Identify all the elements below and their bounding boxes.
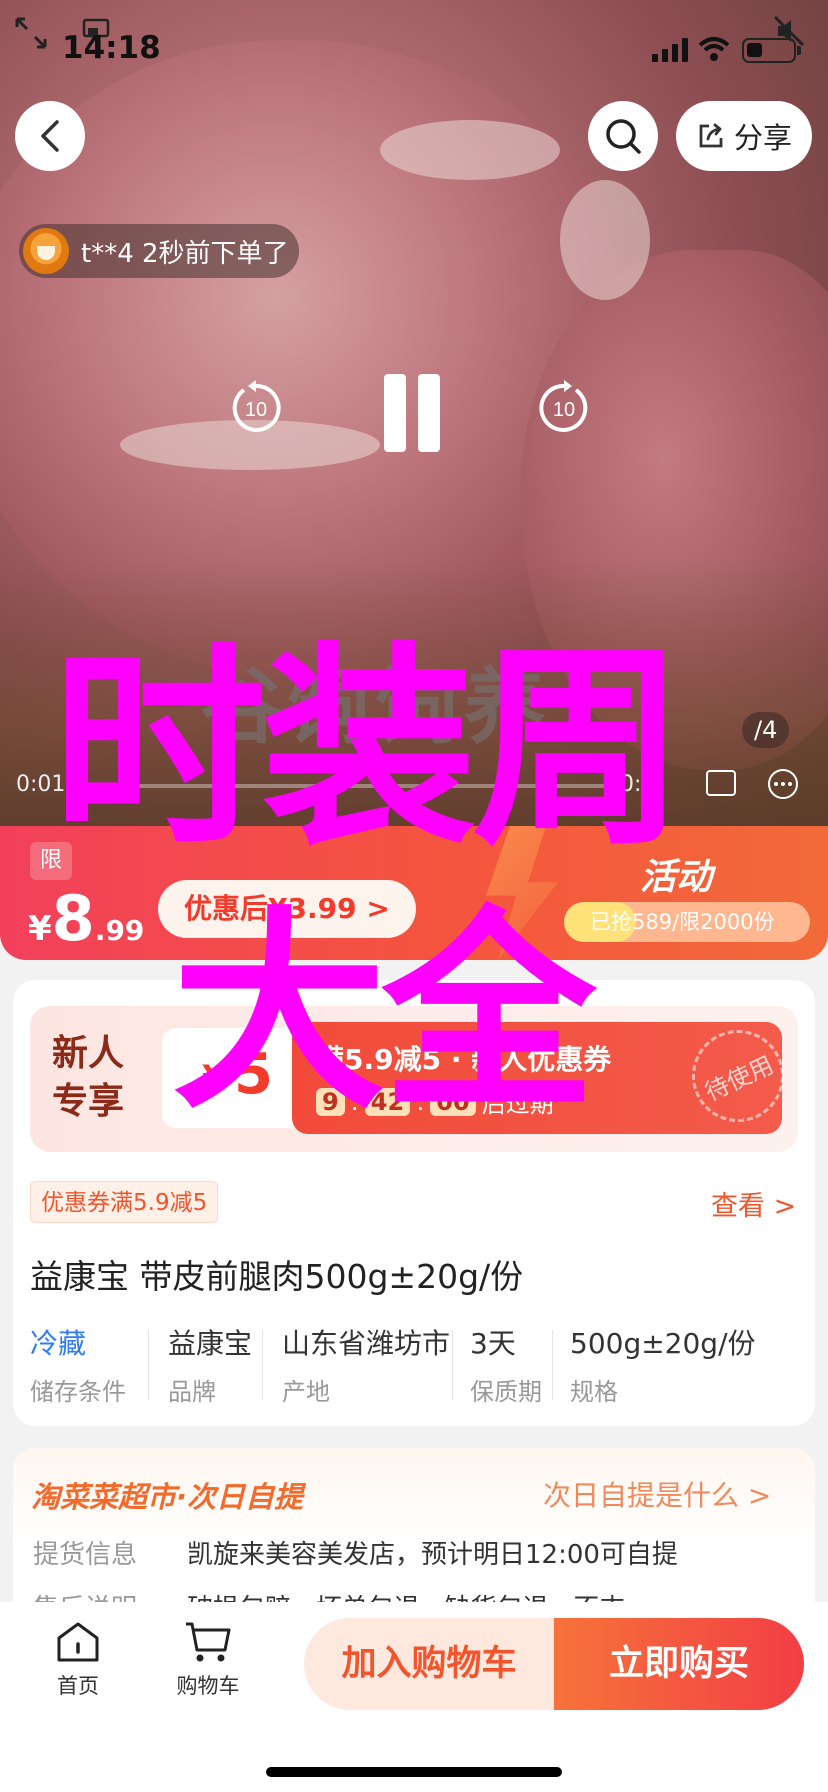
price-band: 限 ¥8.99 优惠后¥3.99 > 活动 已抢589/限2000份 (0, 826, 828, 960)
attribute-value: 3天 (470, 1327, 516, 1360)
product-attributes[interactable]: 冷藏 储存条件 益康宝 品牌 山东省潍坊市 产地 3天 保质期 500g±20g… (30, 1322, 820, 1412)
pause-button[interactable] (384, 374, 444, 452)
attribute-value: 冷藏 (30, 1327, 87, 1360)
attribute-brand: 益康宝 品牌 (168, 1322, 252, 1407)
limited-tag: 限 (30, 842, 73, 880)
buyer-avatar (23, 228, 69, 274)
rewind-seconds: 10 (245, 399, 267, 421)
sold-progress-bar: 已抢589/限2000份 (564, 902, 810, 942)
pending-use-stamp: 待使用 (676, 1014, 800, 1138)
media-pager: /4 (742, 712, 790, 748)
rewind-10-button[interactable]: 10 (228, 380, 284, 440)
coupon-countdown: 9: 42: 00 后过期 (316, 1084, 554, 1119)
newbie-coupon-banner[interactable]: 新人专享 ¥ 5 满5.9减5 · 新人优惠券 9: 42: 00 后过期 待使… (30, 1006, 800, 1152)
product-video[interactable]: 谷饲饲养 14:18 分享 t**4 2秒前下单了 10 10 /4 0:01 … (0, 0, 828, 830)
attribute-origin: 山东省潍坊市 产地 (282, 1322, 450, 1407)
attribute-key: 规格 (570, 1378, 618, 1406)
attribute-spec: 500g±20g/份 规格 (570, 1322, 756, 1407)
product-title: 益康宝 带皮前腿肉500g±20g/份 (30, 1257, 524, 1296)
tab-home[interactable]: 首页 (28, 1620, 128, 1700)
home-icon (57, 1622, 99, 1662)
newbie-coupon-ticket[interactable]: 满5.9减5 · 新人优惠券 9: 42: 00 后过期 待使用 (292, 1014, 800, 1138)
expand-icon[interactable] (14, 16, 48, 50)
countdown-suffix: 后过期 (481, 1090, 554, 1118)
battery-level (747, 43, 762, 57)
product-card: 新人专享 ¥ 5 满5.9减5 · 新人优惠券 9: 42: 00 后过期 待使… (13, 980, 815, 1426)
coupon-title: 满5.9减5 · 新人优惠券 (316, 1043, 612, 1076)
video-frame-detail (560, 180, 650, 300)
divider (148, 1330, 149, 1400)
attribute-value: 山东省潍坊市 (282, 1327, 451, 1360)
pickup-help-link[interactable]: 次日自提是什么 > (543, 1474, 771, 1514)
search-icon (606, 119, 641, 154)
status-time: 14:18 (62, 30, 161, 66)
video-watermark: 谷饲饲养 (200, 659, 553, 755)
divider (452, 1330, 453, 1400)
promo-title: 活动 (640, 857, 713, 898)
wifi-icon (698, 37, 730, 61)
attribute-shelf-life: 3天 保质期 (470, 1322, 542, 1407)
price: ¥8.99 (28, 882, 144, 955)
coupon-currency: ¥ (202, 1058, 225, 1096)
recent-order-toast: t**4 2秒前下单了 (19, 224, 299, 278)
chevron-left-icon (41, 120, 59, 152)
pause-icon (384, 374, 406, 452)
tab-cart-label: 购物车 (176, 1674, 240, 1698)
mute-icon[interactable] (772, 14, 806, 48)
coupon-chip[interactable]: 优惠券满5.9减5 (30, 1181, 219, 1223)
product-page: 谷饲饲养 14:18 分享 t**4 2秒前下单了 10 10 /4 0:01 … (0, 0, 828, 1792)
attribute-storage: 冷藏 储存条件 (30, 1322, 126, 1407)
video-current-time: 0:01 (16, 772, 66, 797)
price-currency: ¥ (28, 909, 52, 949)
attribute-value: 500g±20g/份 (570, 1327, 756, 1360)
rewind-10-icon: 10 (232, 380, 281, 432)
video-frame-detail (380, 120, 560, 180)
back-button[interactable] (15, 101, 85, 171)
more-icon[interactable] (768, 769, 798, 799)
status-bar: 14:18 (0, 0, 828, 96)
forward-10-button[interactable]: 10 (536, 380, 592, 440)
add-to-cart-button[interactable]: 加入购物车 (304, 1618, 554, 1710)
attribute-key: 储存条件 (30, 1378, 126, 1406)
shopping-cart-icon (186, 1622, 231, 1662)
sold-progress-text: 已抢589/限2000份 (590, 910, 775, 934)
picture-in-picture-icon[interactable] (706, 770, 736, 796)
attribute-key: 产地 (282, 1378, 330, 1406)
video-progress-bar[interactable] (90, 784, 610, 788)
price-decimal: .99 (94, 914, 145, 947)
share-icon (699, 123, 723, 148)
pause-icon-bar (418, 374, 440, 452)
buy-now-button[interactable]: 立即购买 (554, 1618, 804, 1710)
pickup-info-key: 提货信息 (33, 1540, 138, 1570)
recent-order-text: t**4 2秒前下单了 (81, 238, 289, 269)
countdown-seconds: 00 (430, 1087, 476, 1116)
after-coupon-price-button[interactable]: 优惠后¥3.99 > (158, 880, 416, 938)
price-integer: 8 (51, 882, 95, 955)
tab-cart[interactable]: 购物车 (158, 1620, 258, 1700)
attribute-key: 保质期 (470, 1378, 542, 1406)
flash-icon (486, 826, 558, 960)
tab-home-label: 首页 (57, 1674, 99, 1698)
pickup-brand: 淘菜菜超市·次日自提 (31, 1480, 304, 1514)
forward-seconds: 10 (553, 399, 575, 421)
newbie-coupon-amount: ¥ 5 (162, 1028, 308, 1128)
view-coupons-link[interactable]: 查看 > (711, 1184, 796, 1223)
home-indicator[interactable] (266, 1767, 562, 1777)
divider (552, 1330, 553, 1400)
search-button[interactable] (588, 101, 658, 171)
pickup-info-value: 凯旋来美容美发店，预计明日12:00可自提 (187, 1540, 678, 1570)
video-total-time: 0:1 (620, 772, 656, 797)
share-label: 分享 (733, 121, 792, 155)
countdown-hours: 9 (316, 1087, 345, 1116)
cellular-signal-icon (652, 38, 688, 62)
divider (262, 1330, 263, 1400)
countdown-minutes: 42 (364, 1087, 411, 1116)
attribute-value: 益康宝 (168, 1327, 253, 1360)
share-button[interactable]: 分享 (676, 101, 812, 171)
attribute-key: 品牌 (168, 1378, 216, 1406)
newbie-label: 新人专享 (52, 1033, 125, 1122)
forward-10-icon: 10 (539, 380, 588, 432)
bottom-action-bar: 首页 购物车 加入购物车 立即购买 (0, 1602, 828, 1792)
coupon-value: 5 (234, 1042, 273, 1107)
